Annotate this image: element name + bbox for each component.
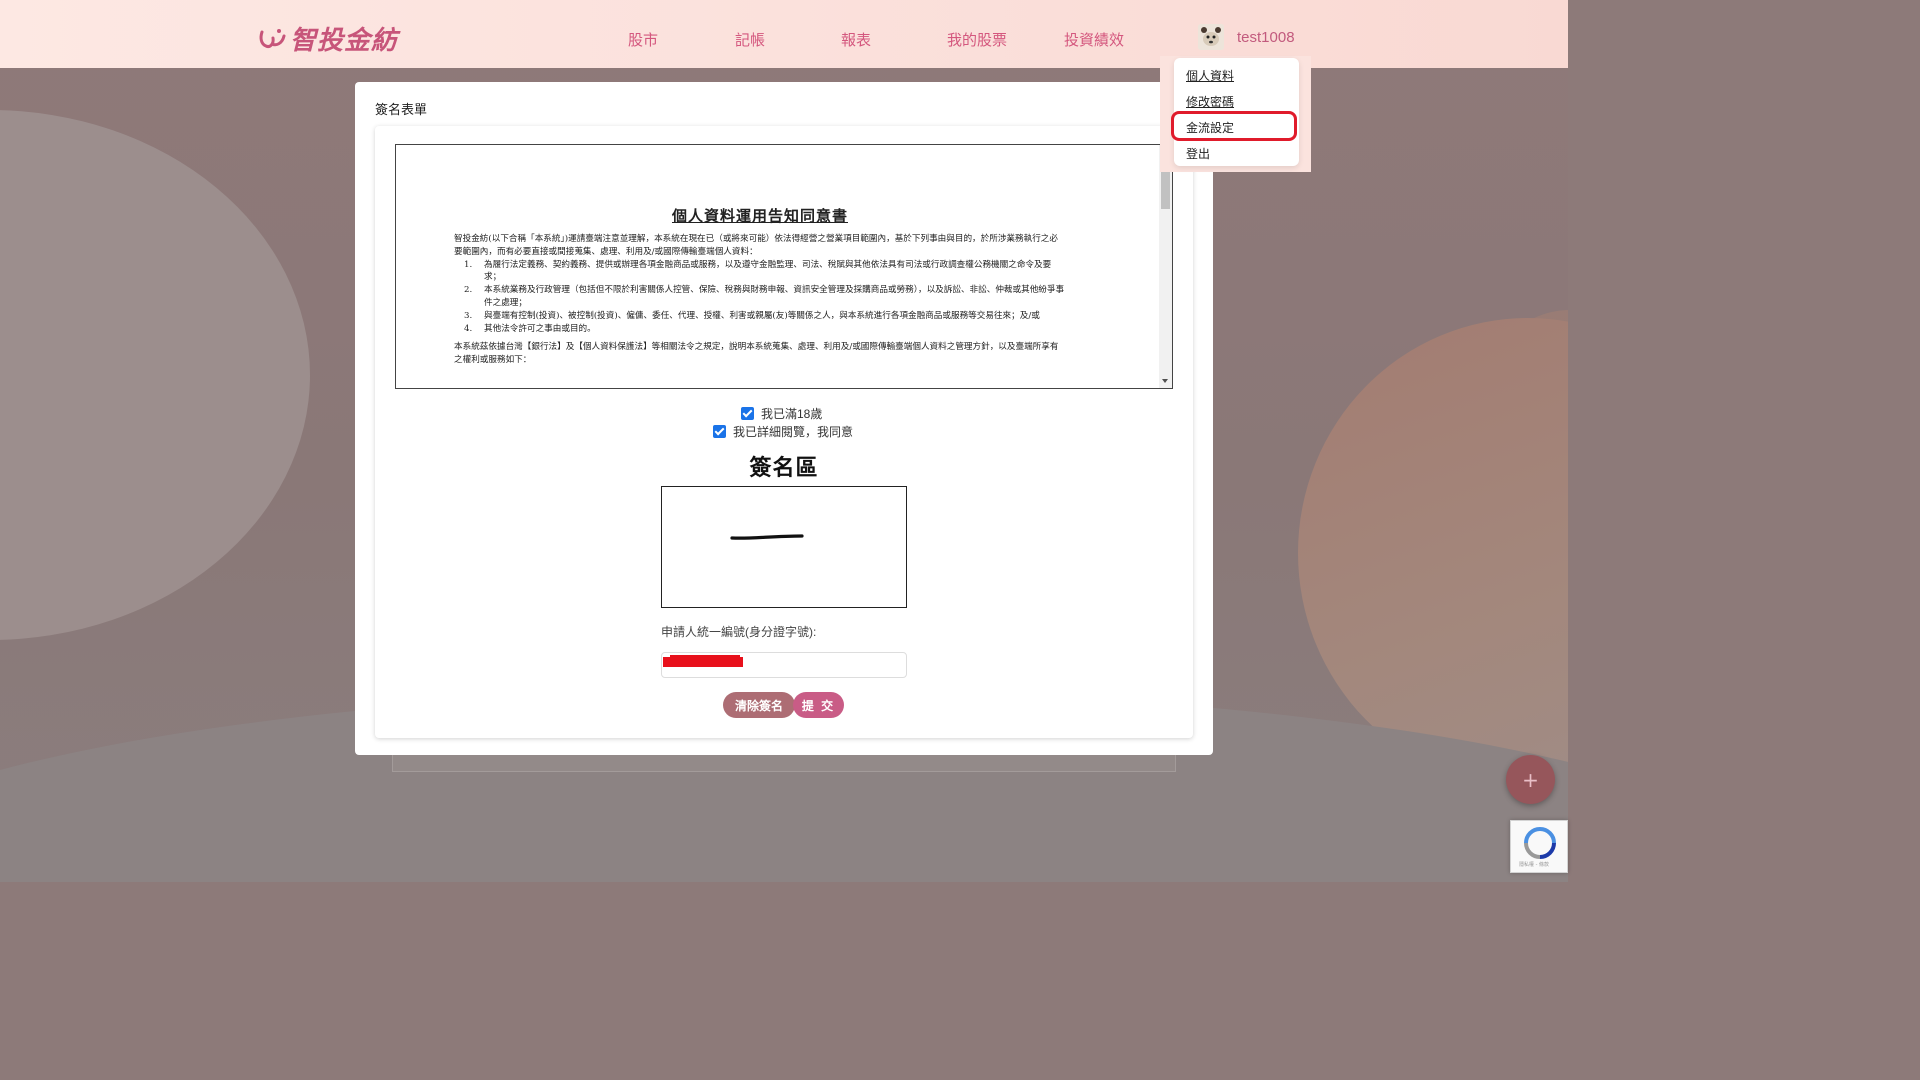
document-list-item: 3. 與臺端有控制(投資)、被控制(投資)、僱傭、委任、代理、授權、利害或親屬(友… [464,310,1040,321]
menu-item-payment-settings[interactable]: 金流設定 [1186,119,1234,136]
modal-title: 簽名表單 [375,102,428,117]
submit-button[interactable]: 提 交 [793,692,844,718]
username: test1008 [1237,28,1295,46]
avatar [1198,24,1224,50]
scroll-thumb[interactable] [1161,171,1170,209]
document-heading: 個人資料運用告知同意書 [671,207,848,225]
applicant-id-input[interactable] [661,652,907,678]
scroll-down-icon[interactable] [1162,379,1168,383]
document-list-item: 4. 其他法令許可之事由或目的。 [464,323,596,334]
signature-stroke [730,534,804,540]
document-scrollbar[interactable] [1159,145,1172,388]
document-intro: 智投金紡(以下合稱「本系統」)運請臺端注意並理解，本系統在現在已（或將來可能）依… [454,234,1058,257]
top-navbar: 智投金紡 股市 記帳 報表 我的股票 投資績效 test1008 [0,0,1568,68]
agree-checkbox[interactable] [713,425,726,438]
site-logo[interactable]: 智投金紡 [258,20,398,56]
recaptcha-text: 隱私權 - 條款 [1519,862,1549,868]
signature-form-modal: 簽名表單 個人資料運用告知同意書 智投金紡(以下合稱「本系統」)運請臺端注意並理… [355,82,1213,755]
plus-icon: + [1522,767,1539,792]
form-card: 個人資料運用告知同意書 智投金紡(以下合稱「本系統」)運請臺端注意並理解，本系統… [375,126,1193,738]
nav-link-investment-performance[interactable]: 投資績效 [1064,29,1124,50]
user-menu-toggle[interactable]: test1008 [1198,24,1295,50]
consent-document-viewer[interactable]: 個人資料運用告知同意書 智投金紡(以下合稱「本系統」)運請臺端注意並理解，本系統… [395,144,1173,389]
agree-label: 我已詳細閱覽，我同意 [733,425,854,439]
floating-add-button[interactable]: + [1506,755,1555,804]
recaptcha-icon [1524,827,1556,859]
age-confirm-checkbox-row[interactable]: 我已滿18歲 [741,405,822,422]
consent-document-page: 個人資料運用告知同意書 智投金紡(以下合稱「本系統」)運請臺端注意並理解，本系統… [454,205,1066,367]
nav-link-reports[interactable]: 報表 [841,29,871,50]
document-list: 1. 為履行法定義務、契約義務、提供或辦理各項金融商品或服務，以及遵守金融監理、司… [464,259,1066,336]
nav-link-bookkeeping[interactable]: 記帳 [735,29,765,50]
age-confirm-checkbox[interactable] [741,407,754,420]
nav-link-my-stocks[interactable]: 我的股票 [947,29,1007,50]
logo-text: 智投金紡 [290,25,399,56]
signature-canvas[interactable] [661,486,907,608]
applicant-id-label: 申請人統一編號(身分證字號): [661,625,817,639]
recaptcha-badge[interactable]: 隱私權 - 條款 [1510,820,1568,873]
document-list-item: 1. 為履行法定義務、契約義務、提供或辦理各項金融商品或服務，以及遵守金融監理、司… [464,259,1052,283]
redaction-mark [670,655,740,659]
menu-item-profile[interactable]: 個人資料 [1186,67,1234,84]
logo-mark-icon [258,24,288,52]
agree-checkbox-row[interactable]: 我已詳細閱覽，我同意 [713,423,853,440]
signature-area-title: 簽名區 [749,455,819,480]
clear-signature-button[interactable]: 清除簽名 [723,692,795,718]
age-confirm-label: 我已滿18歲 [761,407,823,421]
user-dropdown-menu: 個人資料 修改密碼 金流設定 登出 [1174,58,1299,166]
document-closing: 本系統茲依據台灣【銀行法】及【個人資料保護法】等相關法令之規定，說明本系統蒐集、… [454,342,1059,366]
menu-item-logout[interactable]: 登出 [1186,145,1210,162]
underlying-card-edge [392,754,1176,772]
menu-item-change-password[interactable]: 修改密碼 [1186,93,1234,110]
document-list-item: 2. 本系統業務及行政管理（包括但不限於利害關係人控管、保險、稅務與財務申報、資訊… [464,285,1065,308]
nav-link-stock-market[interactable]: 股市 [628,29,658,50]
user-dropdown-backdrop: 個人資料 修改密碼 金流設定 登出 [1160,56,1311,172]
